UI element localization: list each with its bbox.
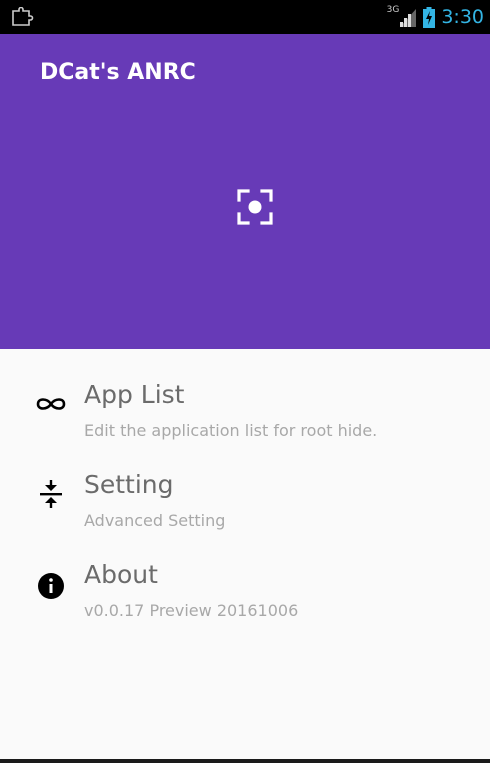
status-bar: 3G 3:30 <box>0 0 490 34</box>
compress-vertical-icon <box>40 480 62 508</box>
app-title: DCat's ANRC <box>40 60 196 85</box>
menu-item-title: App List <box>84 380 185 409</box>
menu-item-title: Setting <box>84 470 174 499</box>
status-icons: 3G 3:30 <box>387 4 484 30</box>
infinity-icon <box>36 398 66 410</box>
puzzle-notification-icon <box>12 7 34 26</box>
battery-charging-icon <box>423 6 436 28</box>
menu-item-subtitle: Advanced Setting <box>84 511 226 530</box>
screen-capture-icon[interactable] <box>236 188 274 226</box>
signal-icon <box>400 9 417 27</box>
menu-item-subtitle: Edit the application list for root hide. <box>84 421 378 440</box>
bottom-edge <box>0 759 490 763</box>
menu-item-subtitle: v0.0.17 Preview 20161006 <box>84 601 299 620</box>
info-icon <box>38 573 64 599</box>
menu-item-app-list[interactable]: App List Edit the application list for r… <box>0 374 490 454</box>
status-clock: 3:30 <box>441 6 484 28</box>
menu-item-about[interactable]: About v0.0.17 Preview 20161006 <box>0 554 490 634</box>
menu-item-setting[interactable]: Setting Advanced Setting <box>0 464 490 544</box>
network-type-label: 3G <box>386 5 400 15</box>
menu-item-title: About <box>84 560 158 589</box>
app-header: DCat's ANRC <box>0 34 490 349</box>
